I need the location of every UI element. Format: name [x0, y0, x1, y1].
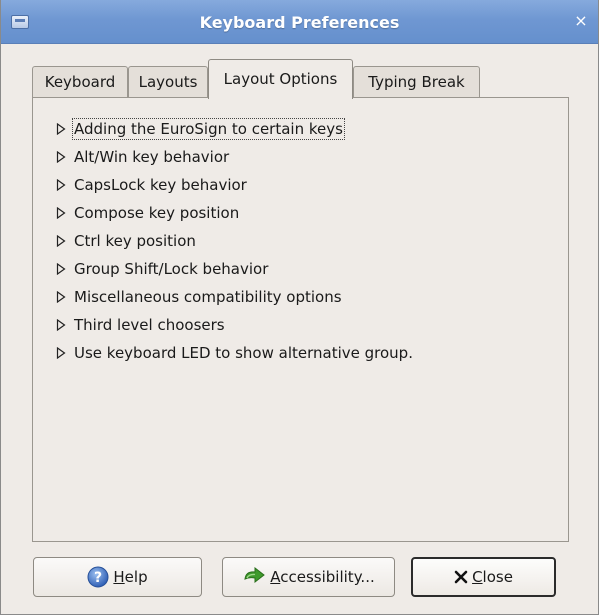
close-x-icon	[454, 570, 468, 584]
tree-item-label: Use keyboard LED to show alternative gro…	[74, 344, 413, 362]
tree-item-label: Alt/Win key behavior	[74, 148, 230, 166]
tree-item-label: Group Shift/Lock behavior	[74, 260, 269, 278]
expander-arrow-icon[interactable]	[56, 151, 66, 163]
tree-item-eurosign[interactable]: Adding the EuroSign to certain keys	[56, 116, 345, 142]
expander-arrow-icon[interactable]	[56, 347, 66, 359]
tree-item-ctrl[interactable]: Ctrl key position	[56, 228, 196, 254]
accessibility-icon	[244, 567, 266, 584]
tab-typing-break[interactable]: Typing Break	[353, 66, 480, 97]
expander-arrow-icon[interactable]	[56, 207, 66, 219]
help-button[interactable]: ? Help	[33, 557, 202, 597]
tab-layouts[interactable]: Layouts	[128, 66, 208, 97]
expander-arrow-icon[interactable]	[56, 319, 66, 331]
expander-arrow-icon[interactable]	[56, 123, 66, 135]
accessibility-button-label: Accessibility...	[270, 568, 375, 586]
close-icon[interactable]: ×	[573, 13, 589, 29]
tab-label: Keyboard	[44, 73, 116, 91]
expander-arrow-icon[interactable]	[56, 263, 66, 275]
tree-item-label: Ctrl key position	[74, 232, 196, 250]
tab-label: Typing Break	[368, 73, 465, 91]
tree-item-misc[interactable]: Miscellaneous compatibility options	[56, 284, 342, 310]
tree-item-label: Adding the EuroSign to certain keys	[72, 118, 345, 140]
tree-item-capslock[interactable]: CapsLock key behavior	[56, 172, 247, 198]
accessibility-button[interactable]: Accessibility...	[222, 557, 395, 597]
tree-item-label: Third level choosers	[74, 316, 225, 334]
tree-item-altwin[interactable]: Alt/Win key behavior	[56, 144, 229, 170]
expander-arrow-icon[interactable]	[56, 291, 66, 303]
tab-label: Layout Options	[223, 70, 338, 88]
svg-text:?: ?	[94, 570, 102, 586]
tab-label: Layouts	[138, 73, 198, 91]
window-title: Keyboard Preferences	[199, 13, 400, 32]
titlebar[interactable]: Keyboard Preferences ×	[1, 0, 598, 44]
help-button-label: Help	[113, 568, 148, 586]
expander-arrow-icon[interactable]	[56, 235, 66, 247]
tree-item-led[interactable]: Use keyboard LED to show alternative gro…	[56, 340, 413, 366]
tab-layout-options[interactable]: Layout Options	[208, 59, 353, 99]
help-icon: ?	[87, 566, 109, 588]
tree-item-label: CapsLock key behavior	[74, 176, 247, 194]
close-button-label: Close	[472, 568, 513, 586]
tree-item-third-level[interactable]: Third level choosers	[56, 312, 225, 338]
tab-keyboard[interactable]: Keyboard	[32, 66, 128, 97]
keyboard-preferences-window: Keyboard Preferences × Keyboard Layouts …	[0, 0, 599, 615]
close-button[interactable]: Close	[411, 557, 556, 597]
tree-item-label: Miscellaneous compatibility options	[74, 288, 342, 306]
tree-item-compose[interactable]: Compose key position	[56, 200, 239, 226]
tree-item-label: Compose key position	[74, 204, 240, 222]
expander-arrow-icon[interactable]	[56, 179, 66, 191]
tree-item-group-shift[interactable]: Group Shift/Lock behavior	[56, 256, 268, 282]
